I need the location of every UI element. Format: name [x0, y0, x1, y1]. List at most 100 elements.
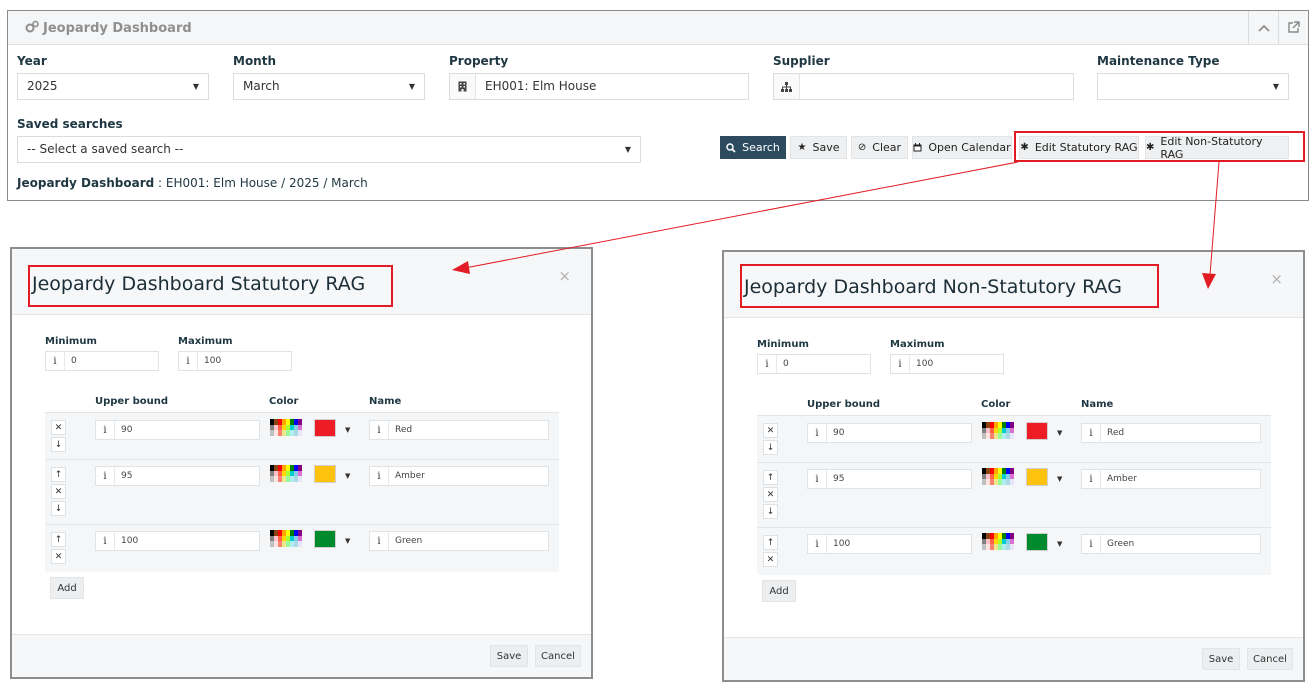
caret-down-icon[interactable]: ▼ [1057, 475, 1062, 483]
info-icon: i [891, 355, 910, 373]
upper-bound-header: Upper bound [95, 396, 169, 407]
caret-down-icon[interactable]: ▼ [345, 537, 350, 545]
maximum-input[interactable]: i 100 [890, 354, 1004, 374]
remove-icon[interactable]: ✕ [763, 487, 778, 502]
name-value: Green [1107, 539, 1135, 549]
arrow-down-icon[interactable]: ↓ [51, 437, 66, 452]
search-button[interactable]: Search [720, 136, 786, 159]
color-swatch[interactable] [1026, 468, 1048, 486]
close-icon[interactable]: × [1270, 270, 1283, 288]
remove-icon[interactable]: ✕ [51, 420, 66, 435]
remove-icon[interactable]: ✕ [763, 552, 778, 567]
save-search-button[interactable]: ★ Save [790, 136, 847, 159]
save-button[interactable]: Save [490, 645, 528, 667]
name-input[interactable]: i Green [1081, 534, 1261, 554]
month-select[interactable]: March ▼ [233, 73, 425, 100]
upper-bound-value: 95 [833, 474, 845, 484]
collapse-button[interactable] [1248, 11, 1278, 44]
modal-footer: Save Cancel [724, 637, 1303, 680]
saved-search-value: -- Select a saved search -- [27, 142, 184, 156]
arrow-down-icon[interactable]: ↓ [763, 440, 778, 455]
cancel-button[interactable]: Cancel [535, 645, 581, 667]
dashboard-title-text: Jeopardy Dashboard [43, 21, 192, 36]
palette-icon[interactable] [982, 468, 1014, 486]
info-icon: i [96, 421, 115, 439]
ban-icon: ⊘ [857, 142, 867, 153]
remove-icon[interactable]: ✕ [51, 549, 66, 564]
upper-bound-input[interactable]: i 90 [95, 420, 260, 440]
remove-icon[interactable]: ✕ [763, 423, 778, 438]
info-icon: i [370, 532, 389, 550]
maximum-value: 100 [916, 359, 934, 369]
remove-icon[interactable]: ✕ [51, 484, 66, 499]
palette-icon[interactable] [270, 419, 302, 437]
clear-button[interactable]: ⊘ Clear [851, 136, 908, 159]
save-button[interactable]: Save [1202, 648, 1240, 670]
minimum-input[interactable]: i 0 [45, 351, 159, 371]
color-swatch[interactable] [1026, 533, 1048, 551]
caret-down-icon[interactable]: ▼ [345, 472, 350, 480]
color-swatch[interactable] [1026, 422, 1048, 440]
caret-down-icon: ▼ [624, 145, 631, 154]
palette-icon[interactable] [982, 533, 1014, 551]
add-row-button[interactable]: Add [762, 580, 796, 602]
palette-icon[interactable] [270, 530, 302, 548]
breadcrumb-path: EH001: Elm House / 2025 / March [165, 176, 368, 190]
popout-button[interactable] [1278, 11, 1308, 44]
name-value: Red [395, 425, 413, 435]
caret-down-icon[interactable]: ▼ [345, 426, 350, 434]
open-calendar-button[interactable]: Open Calendar [912, 136, 1012, 159]
saved-search-select[interactable]: -- Select a saved search -- ▼ [17, 136, 641, 163]
palette-icon[interactable] [270, 465, 302, 483]
info-icon: i [370, 467, 389, 485]
caret-down-icon[interactable]: ▼ [1057, 540, 1062, 548]
color-swatch[interactable] [314, 530, 336, 548]
arrow-down-icon[interactable]: ↓ [763, 504, 778, 519]
name-input[interactable]: i Red [369, 420, 549, 440]
arrow-up-icon[interactable]: ↑ [51, 532, 66, 547]
supplier-field[interactable] [773, 73, 1074, 100]
star-icon: ★ [797, 142, 807, 153]
add-row-button[interactable]: Add [50, 577, 84, 599]
upper-bound-value: 90 [833, 428, 845, 438]
upper-bound-value: 100 [121, 536, 139, 546]
open-calendar-label: Open Calendar [928, 141, 1011, 154]
name-input[interactable]: i Red [1081, 423, 1261, 443]
color-swatch[interactable] [314, 465, 336, 483]
year-select[interactable]: 2025 ▼ [17, 73, 209, 100]
cogs-icon [25, 20, 39, 37]
minimum-value: 0 [783, 359, 789, 369]
maximum-value: 100 [204, 356, 222, 366]
palette-icon[interactable] [982, 422, 1014, 440]
info-icon: i [808, 470, 827, 488]
close-icon[interactable]: × [558, 267, 571, 285]
dashboard-header: Jeopardy Dashboard [8, 11, 1308, 45]
info-icon: i [96, 467, 115, 485]
arrow-up-icon[interactable]: ↑ [763, 535, 778, 550]
upper-bound-input[interactable]: i 100 [807, 534, 972, 554]
arrow-up-icon[interactable]: ↑ [763, 470, 778, 485]
upper-bound-input[interactable]: i 100 [95, 531, 260, 551]
maintenance-type-label: Maintenance Type [1097, 54, 1220, 68]
year-label: Year [17, 54, 47, 68]
name-input[interactable]: i Amber [369, 466, 549, 486]
minimum-input[interactable]: i 0 [757, 354, 871, 374]
arrow-up-icon[interactable]: ↑ [51, 467, 66, 482]
upper-bound-input[interactable]: i 95 [807, 469, 972, 489]
saved-searches-label: Saved searches [17, 117, 123, 131]
name-input[interactable]: i Green [369, 531, 549, 551]
upper-bound-input[interactable]: i 90 [807, 423, 972, 443]
maximum-input[interactable]: i 100 [178, 351, 292, 371]
upper-bound-value: 100 [833, 539, 851, 549]
cancel-button[interactable]: Cancel [1247, 648, 1293, 670]
arrow-down-icon[interactable]: ↓ [51, 501, 66, 516]
caret-down-icon[interactable]: ▼ [1057, 429, 1062, 437]
upper-bound-input[interactable]: i 95 [95, 466, 260, 486]
color-swatch[interactable] [314, 419, 336, 437]
maintenance-type-select[interactable]: ▼ [1097, 73, 1289, 100]
property-field[interactable]: EH001: Elm House [449, 73, 749, 100]
name-header: Name [369, 396, 402, 407]
name-header: Name [1081, 399, 1114, 410]
name-input[interactable]: i Amber [1081, 469, 1261, 489]
info-icon: i [96, 532, 115, 550]
